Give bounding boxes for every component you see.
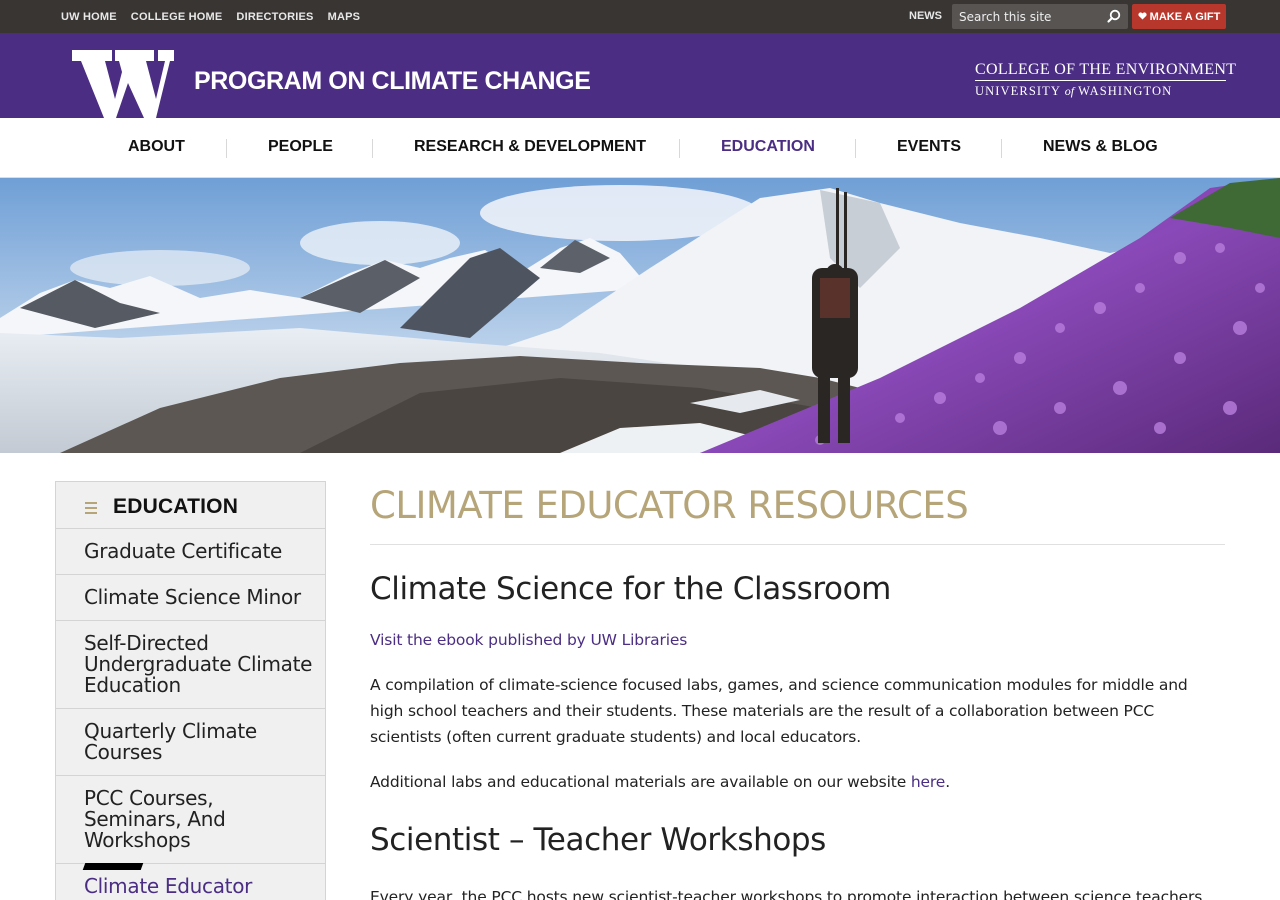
additional-labs-paragraph: Additional labs and educational material… bbox=[370, 773, 950, 791]
compilation-paragraph: A compilation of climate-science focused… bbox=[370, 676, 1188, 746]
maps-link[interactable]: MAPS bbox=[328, 11, 361, 23]
sidebar-header: EDUCATION bbox=[56, 482, 325, 529]
nav-about[interactable]: ABOUT bbox=[128, 138, 185, 156]
nav-events[interactable]: EVENTS bbox=[897, 138, 961, 156]
here-link[interactable]: here bbox=[911, 773, 945, 791]
search-icon[interactable] bbox=[1104, 7, 1124, 26]
nav-divider bbox=[855, 139, 856, 158]
menu-icon[interactable] bbox=[85, 502, 97, 514]
nav-education[interactable]: EDUCATION bbox=[721, 138, 815, 156]
nav-divider bbox=[226, 139, 227, 158]
page-title: CLIMATE EDUCATOR RESOURCES bbox=[370, 481, 1225, 545]
sidebar-item-quarterly-courses[interactable]: Quarterly Climate Courses bbox=[56, 709, 325, 776]
make-a-gift-label: MAKE A GIFT bbox=[1149, 10, 1221, 23]
main-nav: ABOUT PEOPLE RESEARCH & DEVELOPMENT EDUC… bbox=[0, 118, 1280, 178]
section-heading-classroom: Climate Science for the Classroom bbox=[370, 571, 891, 607]
nav-divider bbox=[1001, 139, 1002, 158]
college-name: COLLEGE OF THE ENVIRONMENT bbox=[975, 61, 1236, 81]
make-a-gift-button[interactable]: MAKE A GIFT bbox=[1132, 4, 1226, 29]
main-content: CLIMATE EDUCATOR RESOURCES Climate Scien… bbox=[370, 481, 1225, 900]
utility-links: UW HOME COLLEGE HOME DIRECTORIES MAPS bbox=[61, 0, 360, 33]
site-header: PROGRAM ON CLIMATE CHANGE COLLEGE OF THE… bbox=[0, 33, 1280, 118]
uw-home-link[interactable]: UW HOME bbox=[61, 11, 117, 23]
search-input[interactable] bbox=[952, 4, 1102, 29]
ebook-link[interactable]: Visit the ebook published by UW Librarie… bbox=[370, 631, 687, 649]
workshops-paragraph: Every year, the PCC hosts new scientist-… bbox=[370, 888, 1203, 900]
sidebar-title: EDUCATION bbox=[113, 495, 239, 518]
utility-bar: UW HOME COLLEGE HOME DIRECTORIES MAPS NE… bbox=[0, 0, 1280, 33]
sidebar-item-pcc-courses[interactable]: PCC Courses, Seminars, And Workshops bbox=[56, 776, 325, 864]
directories-link[interactable]: DIRECTORIES bbox=[236, 11, 313, 23]
college-home-link[interactable]: COLLEGE HOME bbox=[131, 11, 223, 23]
section-sidebar: EDUCATION Graduate Certificate Climate S… bbox=[55, 481, 326, 900]
site-title[interactable]: PROGRAM ON CLIMATE CHANGE bbox=[194, 67, 591, 96]
sidebar-item-climate-science-minor[interactable]: Climate Science Minor bbox=[56, 575, 325, 621]
nav-research-development[interactable]: RESEARCH & DEVELOPMENT bbox=[414, 138, 646, 156]
nav-divider bbox=[372, 139, 373, 158]
nav-news-blog[interactable]: NEWS & BLOG bbox=[1043, 138, 1158, 156]
news-link[interactable]: NEWS bbox=[909, 10, 942, 22]
sidebar-item-graduate-certificate[interactable]: Graduate Certificate bbox=[56, 529, 325, 575]
heart-icon bbox=[1138, 11, 1147, 23]
site-search bbox=[952, 4, 1128, 29]
nav-people[interactable]: PEOPLE bbox=[268, 138, 333, 156]
uw-w-logo[interactable] bbox=[72, 50, 174, 118]
college-of-environment-logo[interactable]: COLLEGE OF THE ENVIRONMENT UNIVERSITY of… bbox=[975, 61, 1236, 99]
hero-image bbox=[0, 178, 1280, 453]
university-name: UNIVERSITY of WASHINGTON bbox=[975, 84, 1173, 98]
sidebar-item-self-directed-education[interactable]: Self-Directed Undergraduate Climate Educ… bbox=[56, 621, 325, 709]
nav-divider bbox=[679, 139, 680, 158]
section-heading-workshops: Scientist – Teacher Workshops bbox=[370, 822, 826, 858]
sidebar-item-climate-educator[interactable]: Climate Educator bbox=[56, 864, 325, 900]
